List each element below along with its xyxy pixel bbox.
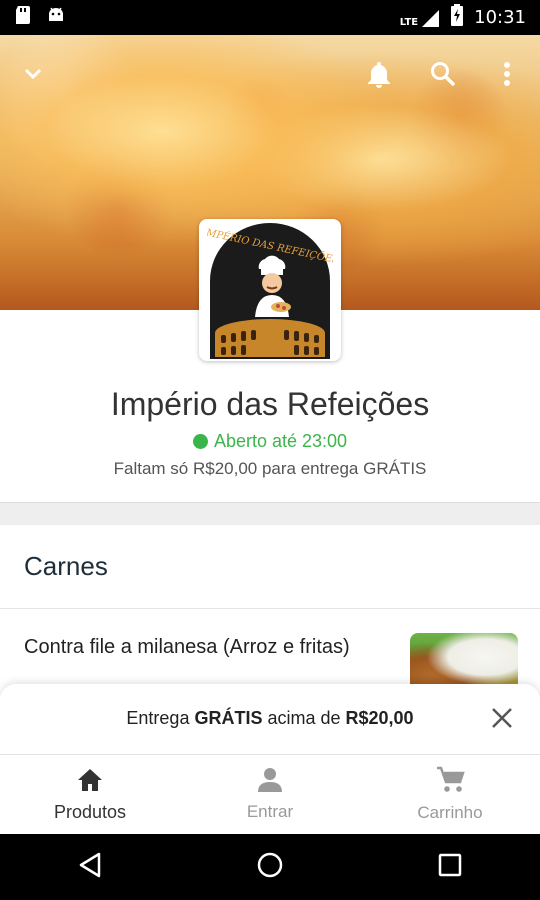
- open-status: Aberto até 23:00: [0, 431, 540, 452]
- back-icon[interactable]: [77, 851, 103, 884]
- free-delivery-banner: Entrega GRÁTIS acima de R$20,00: [0, 684, 540, 754]
- system-navigation-bar: [0, 834, 540, 900]
- bell-icon[interactable]: [362, 57, 396, 91]
- nav-label-entrar: Entrar: [246, 802, 294, 821]
- close-icon[interactable]: [488, 704, 516, 732]
- section-divider: [0, 503, 540, 525]
- logo-emblem: IMPÉRIO DAS REFEIÇÕES: [207, 223, 333, 359]
- bottom-navigation: Produtos Entrar Carrinho: [0, 754, 540, 834]
- nav-produtos[interactable]: Produtos: [0, 755, 180, 834]
- person-icon: [256, 767, 284, 798]
- cart-icon: [435, 766, 465, 799]
- category-header: Carnes: [0, 525, 540, 609]
- nav-entrar[interactable]: Entrar: [180, 755, 360, 834]
- promo-text: Entrega GRÁTIS acima de R$20,00: [0, 708, 540, 729]
- promo-middle: acima de: [262, 708, 346, 728]
- recents-icon[interactable]: [437, 852, 463, 883]
- promo-amount: R$20,00: [345, 708, 414, 728]
- sd-card-icon: [14, 5, 32, 30]
- home-circle-icon[interactable]: [256, 851, 284, 884]
- store-name: Império das Refeições: [110, 386, 430, 422]
- search-icon[interactable]: [426, 57, 460, 91]
- android-icon: [46, 5, 66, 30]
- nav-carrinho[interactable]: Carrinho: [360, 755, 540, 834]
- product-name: Contra file a milanesa (Arroz e fritas): [24, 636, 350, 658]
- category-title: Carnes: [24, 551, 108, 581]
- product-item[interactable]: Contra file a milanesa (Arroz e fritas): [0, 610, 540, 693]
- delivery-note: Faltam só R$20,00 para entrega GRÁTIS: [113, 459, 427, 478]
- open-status-text: Aberto até 23:00: [213, 431, 348, 451]
- network-label: LTE: [399, 16, 419, 28]
- chevron-down-icon[interactable]: [16, 57, 50, 91]
- signal-icon: LTE: [400, 8, 440, 28]
- promo-free: GRÁTIS: [194, 708, 263, 728]
- battery-icon: [450, 4, 464, 31]
- home-icon: [76, 767, 104, 798]
- store-logo: IMPÉRIO DAS REFEIÇÕES: [199, 219, 341, 361]
- nav-label-produtos: Produtos: [53, 801, 127, 822]
- more-vert-icon[interactable]: [490, 57, 524, 91]
- nav-label-carrinho: Carrinho: [417, 803, 483, 822]
- open-indicator-icon: [192, 434, 208, 449]
- promo-prefix: Entrega: [126, 708, 195, 728]
- clock: 10:31: [474, 7, 526, 28]
- top-app-bar: [0, 35, 540, 113]
- status-bar: LTE 10:31: [0, 0, 540, 35]
